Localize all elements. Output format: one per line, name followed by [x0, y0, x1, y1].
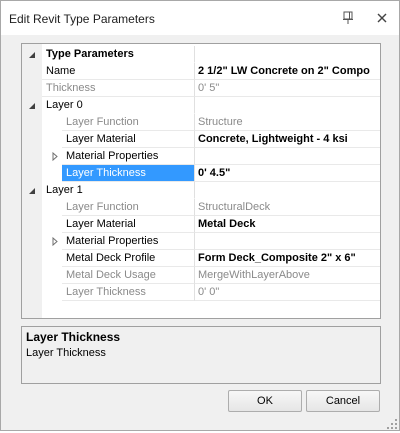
property-value: [194, 182, 380, 199]
property-row[interactable]: Layer Thickness 0' 4.5": [22, 165, 380, 182]
property-label: Layer Thickness: [62, 284, 194, 301]
resize-grip-icon[interactable]: [386, 418, 398, 430]
window-title: Edit Revit Type Parameters: [9, 12, 155, 26]
property-value[interactable]: 0' 5": [194, 80, 380, 97]
property-value[interactable]: Structure: [194, 114, 380, 131]
property-value[interactable]: Metal Deck: [194, 216, 380, 233]
property-value[interactable]: Form Deck_Composite 2" x 6": [194, 250, 380, 267]
property-label: Name: [42, 63, 194, 80]
triangle-right-icon[interactable]: [50, 233, 62, 250]
title-bar: Edit Revit Type Parameters: [1, 1, 399, 35]
property-label: Material Properties: [62, 148, 194, 165]
triangle-down-icon[interactable]: [28, 46, 40, 63]
property-label: Layer Material: [62, 131, 194, 148]
property-label: Layer Thickness: [62, 165, 194, 182]
property-value[interactable]: Concrete, Lightweight - 4 ksi: [194, 131, 380, 148]
property-label: Type Parameters: [42, 46, 194, 63]
edit-type-parameters-dialog: Edit Revit Type Parameters Type Paramete…: [0, 0, 400, 431]
close-icon[interactable]: [373, 9, 391, 27]
property-value: [194, 46, 380, 63]
ok-button[interactable]: OK: [228, 390, 302, 412]
property-value[interactable]: StructuralDeck: [194, 199, 380, 216]
property-row[interactable]: Metal Deck Profile Form Deck_Composite 2"…: [22, 250, 380, 267]
description-panel: Layer Thickness Layer Thickness: [21, 326, 381, 384]
property-value[interactable]: [194, 148, 380, 165]
property-group-row[interactable]: Layer 0: [22, 97, 380, 114]
property-label: Layer Function: [62, 114, 194, 131]
property-group-row[interactable]: Type Parameters: [22, 46, 380, 63]
pin-icon[interactable]: [339, 9, 357, 27]
triangle-right-icon[interactable]: [50, 148, 62, 165]
property-value[interactable]: 2 1/2" LW Concrete on 2" Compo: [194, 63, 380, 80]
property-group-row[interactable]: Layer 1: [22, 182, 380, 199]
property-row[interactable]: Layer Function StructuralDeck: [22, 199, 380, 216]
property-row[interactable]: Layer Thickness 0' 0": [22, 284, 380, 301]
property-row[interactable]: Name 2 1/2" LW Concrete on 2" Compo: [22, 63, 380, 80]
property-value[interactable]: 0' 0": [194, 284, 380, 301]
property-label: Thickness: [42, 80, 194, 97]
property-label: Metal Deck Profile: [62, 250, 194, 267]
property-label: Layer Function: [62, 199, 194, 216]
description-body: Layer Thickness: [26, 347, 106, 359]
property-row[interactable]: Layer Function Structure: [22, 114, 380, 131]
property-label: Layer Material: [62, 216, 194, 233]
property-row[interactable]: Material Properties: [22, 148, 380, 165]
property-row[interactable]: Layer Material Concrete, Lightweight - 4 …: [22, 131, 380, 148]
property-value: [194, 97, 380, 114]
property-row[interactable]: Metal Deck Usage MergeWithLayerAbove: [22, 267, 380, 284]
property-row[interactable]: Layer Material Metal Deck: [22, 216, 380, 233]
cancel-button[interactable]: Cancel: [306, 390, 380, 412]
property-grid: Type Parameters Name 2 1/2" LW Concrete on…: [21, 43, 381, 319]
property-value[interactable]: [194, 233, 380, 250]
triangle-down-icon[interactable]: [28, 97, 40, 114]
property-row[interactable]: Material Properties: [22, 233, 380, 250]
property-label: Material Properties: [62, 233, 194, 250]
triangle-down-icon[interactable]: [28, 182, 40, 199]
property-label: Metal Deck Usage: [62, 267, 194, 284]
description-title: Layer Thickness: [26, 330, 121, 344]
property-value[interactable]: 0' 4.5": [194, 165, 380, 182]
property-value[interactable]: MergeWithLayerAbove: [194, 267, 380, 284]
property-label: Layer 1: [42, 182, 194, 199]
property-row[interactable]: Thickness 0' 5": [22, 80, 380, 97]
property-label: Layer 0: [42, 97, 194, 114]
